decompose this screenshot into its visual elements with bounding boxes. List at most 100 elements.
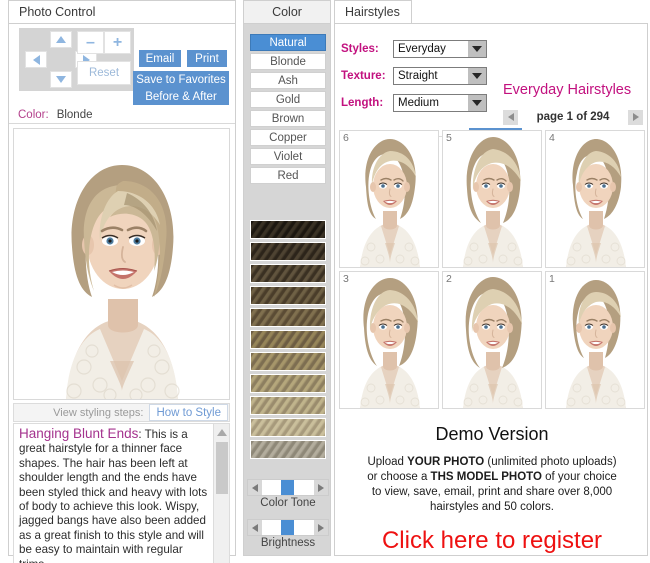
demo-line1c: (unlimited photo uploads) [484,456,616,468]
caret-glyph [472,46,482,52]
hairstyle-thumbnail[interactable]: 4 [545,130,645,268]
hairstyle-thumbnail-image [443,272,542,409]
color-button-copper[interactable]: Copper [250,129,326,146]
description-scrollbar[interactable] [213,424,229,563]
pan-down-button[interactable] [50,71,72,88]
styling-steps-label: View styling steps: [53,407,149,419]
hairstyle-thumbnail[interactable]: 1 [545,271,645,409]
swatch-11[interactable] [250,440,326,459]
pan-left-button[interactable] [25,51,47,68]
scroll-up-button[interactable] [214,424,230,440]
zoom-in-button[interactable]: + [104,31,131,54]
swatch-1[interactable] [250,220,326,239]
swatch-3[interactable] [250,264,326,283]
styles-field-row: Styles: Everyday [341,40,487,58]
save-to-favorites-button[interactable]: Save to Favorites [133,71,229,88]
color-button-red[interactable]: Red [250,167,326,184]
texture-select-value: Straight [394,70,438,82]
hairstyle-thumbnail-image [546,131,645,268]
hairstyle-thumbnail[interactable]: 5 [442,130,542,268]
brightness-thumb[interactable] [281,520,294,535]
zoom-group: – + [77,31,131,54]
color-tone-decrease-button[interactable] [248,480,262,495]
up-arrow-icon [56,36,66,43]
length-select[interactable]: Medium [393,94,487,112]
color-button-gold[interactable]: Gold [250,91,326,108]
demo-line-3: to view, save, email, print and share ov… [341,485,643,500]
demo-body: Upload YOUR PHOTO (unlimited photo uploa… [341,455,643,515]
photo-control-panel: – + Reset Email Print Save to Favorites … [8,23,236,556]
current-color-row: Color: Blonde [9,106,235,124]
chevron-down-icon[interactable] [468,41,486,57]
color-button-blonde[interactable]: Blonde [250,53,326,70]
left-arrow-icon [33,55,40,65]
color-tone-label: Color Tone [247,497,329,509]
color-label: Color: [18,109,49,121]
swatch-9[interactable] [250,396,326,415]
texture-select[interactable]: Straight [393,67,487,85]
brightness-slider[interactable] [247,519,329,536]
swatch-2[interactable] [250,242,326,261]
brightness-increase-button[interactable] [314,520,328,535]
demo-line1a: Upload [367,456,407,468]
scrollbar-thumb[interactable] [216,442,228,494]
tab-photo-control[interactable]: Photo Control [8,0,236,23]
thumbnail-number: 4 [549,132,555,144]
styles-select-value: Everyday [394,43,446,55]
swatch-10[interactable] [250,418,326,437]
color-tone-thumb[interactable] [281,480,294,495]
pager-prev-button[interactable] [503,110,518,125]
hairstyle-thumbnail-image [443,131,542,268]
scroll-up-arrow-icon [217,429,227,436]
color-button-ash[interactable]: Ash [250,72,326,89]
prev-arrow-icon [508,113,514,121]
thumbnail-number: 2 [446,273,452,285]
pager-next-button[interactable] [628,110,643,125]
register-link[interactable]: Click here to register [341,527,643,555]
color-button-brown[interactable]: Brown [250,110,326,127]
hairstyle-thumbnail-image [340,131,439,268]
thumbnail-number: 1 [549,273,555,285]
demo-line-2: or choose a THS MODEL PHOTO of your choi… [341,470,643,485]
length-select-value: Medium [394,97,439,109]
brightness-decrease-button[interactable] [248,520,262,535]
swatch-6[interactable] [250,330,326,349]
before-after-button[interactable]: Before & After [133,88,229,105]
pan-up-button[interactable] [50,31,72,48]
hairstyle-thumbnail[interactable]: 3 [339,271,439,409]
tab-photo-control-label: Photo Control [19,5,95,19]
chevron-down-icon[interactable] [468,95,486,111]
tab-hairstyles[interactable]: Hairstyles [334,0,412,23]
color-tone-slider[interactable] [247,479,329,496]
demo-title: Demo Version [341,424,643,445]
photo-control-toolbar: – + Reset Email Print Save to Favorites … [9,24,235,96]
email-button[interactable]: Email [139,50,181,67]
thumbnail-number: 3 [343,273,349,285]
demo-line2a: or choose a [367,471,430,483]
swatch-4[interactable] [250,286,326,305]
demo-version-block: Demo Version Upload YOUR PHOTO (unlimite… [341,424,643,555]
styles-select[interactable]: Everyday [393,40,487,58]
chevron-down-icon[interactable] [468,68,486,84]
swatch-5[interactable] [250,308,326,327]
photo-dpad: – + Reset [19,28,134,91]
hairstyle-thumbnail[interactable]: 6 [339,130,439,268]
description-title: Hanging Blunt Ends [19,426,138,441]
demo-line1b: YOUR PHOTO [407,456,484,468]
length-field-row: Length: Medium [341,94,487,112]
print-button[interactable]: Print [187,50,227,67]
tab-color[interactable]: Color [243,0,331,23]
pager: page 1 of 294 [503,108,643,126]
zoom-out-button[interactable]: – [77,31,104,54]
hairstyle-thumbnail-image [340,272,439,409]
hairstyle-thumbnail[interactable]: 2 [442,271,542,409]
how-to-style-button[interactable]: How to Style [149,404,228,421]
swatch-7[interactable] [250,352,326,371]
swatch-8[interactable] [250,374,326,393]
color-tone-increase-button[interactable] [314,480,328,495]
model-photo-frame[interactable] [13,128,230,400]
color-button-natural[interactable]: Natural [250,34,326,51]
color-button-violet[interactable]: Violet [250,148,326,165]
reset-button[interactable]: Reset [77,61,131,85]
demo-line-4: hairstyles and 50 colors. [341,500,643,515]
